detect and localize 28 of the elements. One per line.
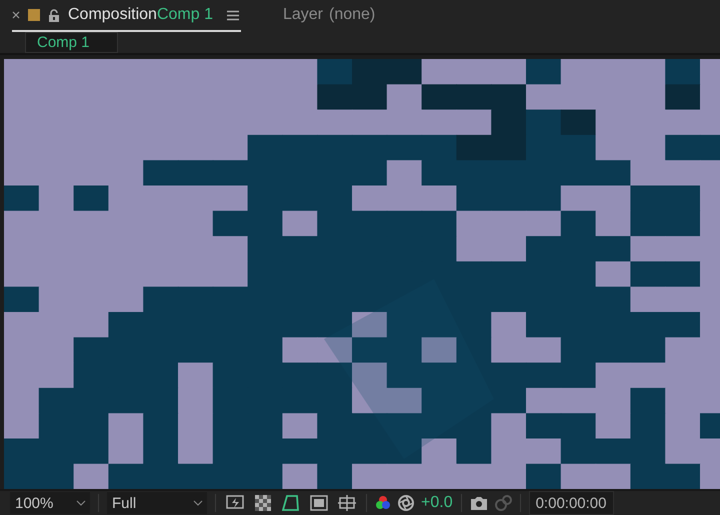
menu-icon[interactable] bbox=[226, 10, 239, 20]
grid-crosshair-icon bbox=[338, 494, 356, 512]
toolbar-toggle[interactable] bbox=[336, 493, 358, 513]
toolbar-toggle[interactable] bbox=[252, 493, 274, 513]
tab-label: Layer bbox=[282, 6, 323, 24]
magnification-dropdown[interactable]: 100% bbox=[10, 492, 90, 514]
chevron-down-icon bbox=[76, 500, 86, 506]
checkerboard-icon bbox=[255, 495, 271, 511]
tab-label: Composition bbox=[68, 6, 157, 24]
breadcrumb[interactable]: Comp 1 bbox=[25, 32, 118, 53]
toolbar-toggle[interactable] bbox=[308, 493, 330, 513]
lightning-monitor-icon bbox=[226, 495, 244, 511]
close-icon[interactable] bbox=[12, 11, 20, 19]
aperture-icon[interactable] bbox=[397, 494, 415, 512]
tab-item-name: Comp 1 bbox=[156, 6, 213, 24]
toolbar-toggle[interactable] bbox=[280, 493, 302, 513]
panel-tab[interactable]: Layer (none) bbox=[282, 0, 378, 32]
chevron-down-icon bbox=[193, 500, 203, 506]
mask-path-icon bbox=[282, 494, 300, 512]
rgb-circles-icon[interactable] bbox=[375, 495, 391, 511]
resolution-dropdown[interactable]: Full bbox=[107, 492, 207, 514]
camera-icon[interactable] bbox=[470, 496, 488, 510]
timecode-display[interactable]: 0:00:00:00 bbox=[528, 491, 614, 515]
square-swatch-icon bbox=[28, 9, 40, 21]
tab-item-name: (none) bbox=[329, 6, 376, 24]
frame-icon bbox=[310, 495, 328, 511]
exposure-value[interactable]: +0.0 bbox=[421, 494, 453, 512]
padlock-icon[interactable] bbox=[48, 8, 60, 22]
